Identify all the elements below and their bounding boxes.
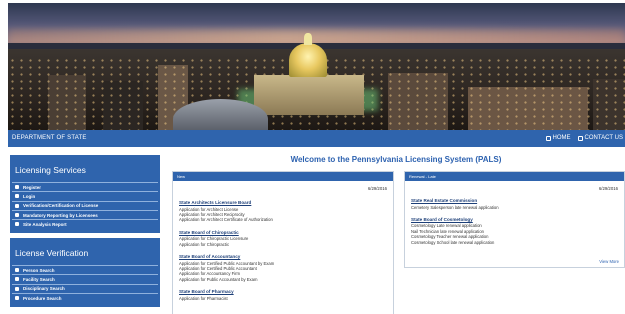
sidebar-item-procedure-search[interactable]: Procedure Search (12, 292, 158, 302)
home-link[interactable]: HOME (545, 135, 571, 141)
new-section-accountancy: State Board of Accountancy Application f… (179, 254, 393, 282)
renewal-box-date: 6/29/2016 (598, 186, 618, 191)
board-link[interactable]: State Architects Licensure Board (179, 200, 393, 205)
licensing-services-panel: Licensing Services Register Login Verifi… (10, 155, 160, 233)
sidebar-item-label: Procedure Search (23, 295, 62, 301)
sidebar-item-person-search[interactable]: Person Search (12, 265, 158, 274)
sidebar-item-mandatory-reporting[interactable]: Mandatory Reporting by Licensees (12, 209, 158, 219)
sidebar-item-label: Mandatory Reporting by Licensees (23, 212, 98, 218)
new-box-header: New (173, 172, 393, 181)
board-link[interactable]: State Real Estate Commission (411, 198, 624, 203)
view-more-link[interactable]: View More (599, 259, 619, 264)
board-link[interactable]: State Board of Pharmacy (179, 289, 393, 294)
renewal-box-header: Renewal - Late (405, 172, 624, 181)
sidebar-item-login[interactable]: Login (12, 191, 158, 200)
application-item: Application for Pharmacist (179, 295, 228, 301)
contact-icon (577, 135, 583, 141)
sidebar-item-verification-certification[interactable]: Verification/Certification of License (12, 200, 158, 210)
board-link[interactable]: State Board of Cosmetology (411, 217, 624, 222)
reporting-icon (15, 213, 19, 218)
document-icon (15, 296, 19, 301)
login-icon (15, 194, 19, 199)
certificate-icon (15, 203, 19, 208)
user-plus-icon (15, 185, 19, 190)
renewal-late-box: Renewal - Late 6/29/2016 State Real Esta… (404, 171, 625, 268)
report-icon (15, 222, 19, 227)
sidebar-item-label: Register (23, 184, 42, 190)
sidebar-item-disciplinary-search[interactable]: Disciplinary Search (12, 283, 158, 293)
home-icon (545, 135, 551, 141)
building-icon (15, 277, 19, 282)
sidebar-item-label: Login (23, 193, 36, 199)
sidebar-item-label: Person Search (23, 267, 55, 273)
page-title: Welcome to the Pennsylvania Licensing Sy… (290, 155, 502, 164)
department-title: DEPARTMENT OF STATE (12, 135, 87, 141)
gavel-icon (15, 286, 19, 291)
renewal-section-real-estate: State Real Estate Commission Cemetery Sa… (411, 198, 624, 210)
renewal-section-cosmetology: State Board of Cosmetology Cosmetology L… (411, 217, 624, 245)
contact-link-label: CONTACT US (584, 135, 623, 141)
sidebar-item-facility-search[interactable]: Facility Search (12, 274, 158, 283)
top-nav-bar: DEPARTMENT OF STATE HOME CONTACT US (8, 130, 625, 147)
board-link[interactable]: State Board of Accountancy (179, 254, 393, 259)
top-links: HOME CONTACT US (545, 135, 623, 141)
sidebar-item-site-analysis-report[interactable]: Site Analysis Report (12, 219, 158, 228)
sidebar-item-label: Site Analysis Report (23, 221, 67, 227)
license-verification-title: License Verification (15, 248, 89, 258)
licensing-services-title: Licensing Services (15, 165, 86, 175)
new-box-date: 6/29/2016 (367, 186, 387, 191)
license-verification-panel: License Verification Person Search Facil… (10, 238, 160, 307)
new-section-architects: State Architects Licensure Board Applica… (179, 200, 393, 223)
hero-banner-image (8, 3, 625, 130)
sidebar-item-label: Disciplinary Search (23, 286, 65, 292)
sidebar-item-label: Verification/Certification of License (23, 203, 99, 209)
new-section-chiropractic: State Board of Chiropractic Application … (179, 230, 393, 247)
sidebar-item-label: Facility Search (23, 276, 55, 282)
application-item: Cosmetology School late renewal applicat… (411, 239, 495, 245)
new-applications-box: New 6/29/2016 State Architects Licensure… (172, 171, 394, 314)
board-link[interactable]: State Board of Chiropractic (179, 230, 393, 235)
sidebar-item-register[interactable]: Register (12, 182, 158, 191)
home-link-label: HOME (552, 135, 571, 141)
person-icon (15, 268, 19, 273)
contact-link[interactable]: CONTACT US (577, 135, 623, 141)
new-section-pharmacy: State Board of Pharmacy Application for … (179, 289, 393, 301)
